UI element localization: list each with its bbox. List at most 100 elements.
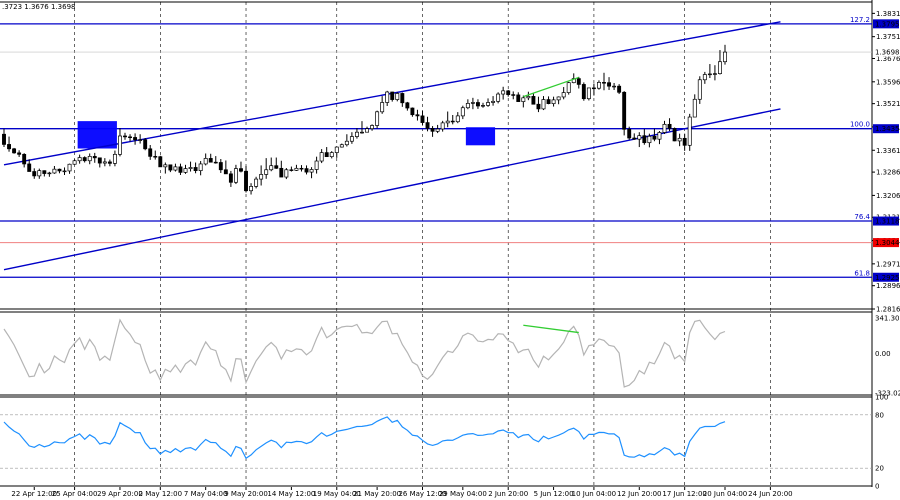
candle-body: [82, 157, 87, 162]
y-tick-label: 1.3206: [876, 192, 900, 200]
candle-body: [168, 164, 173, 171]
candle-body: [128, 136, 132, 139]
candle-body: [370, 125, 375, 130]
candle-body: [324, 152, 329, 158]
chart-background: [0, 0, 900, 500]
oscillator-y-label: 80: [875, 411, 884, 419]
oscillator-y-label: 341.3079: [875, 315, 900, 323]
candle-body: [662, 123, 667, 133]
candle: [566, 81, 571, 95]
candle-body: [470, 102, 475, 104]
candle-body: [249, 186, 254, 192]
candle-body: [415, 114, 420, 117]
candle-body: [32, 171, 37, 177]
fib-level-label: 127.2: [850, 16, 870, 24]
candle-body: [405, 102, 410, 109]
candle-body: [718, 61, 722, 75]
candle-body: [617, 85, 622, 93]
candle-body: [491, 100, 496, 103]
candle-body: [314, 160, 319, 170]
y-tick-label: 1.3751: [876, 33, 900, 41]
candle-body: [420, 115, 425, 123]
candle-body: [375, 111, 380, 126]
candle-body: [707, 73, 712, 76]
candle-body: [541, 99, 546, 110]
candle-body: [566, 82, 571, 93]
candle-body: [7, 144, 11, 150]
candle-body: [360, 131, 364, 134]
candle-body: [239, 168, 243, 172]
candle-body: [526, 96, 531, 99]
x-tick-label: 2 Jun 20:00: [488, 490, 528, 498]
candle-body: [501, 90, 506, 95]
candle-body: [329, 152, 334, 158]
candle-body: [591, 87, 596, 90]
candle-body: [143, 139, 148, 150]
x-tick-label: 29 Apr 20:00: [97, 490, 143, 498]
candle-body: [692, 98, 697, 118]
oscillator-y-label: 20: [875, 465, 884, 473]
fib-level-label: 76.4: [854, 213, 870, 221]
candle-body: [632, 137, 637, 140]
candle-body: [62, 170, 67, 173]
price-tag-label: 1.2925: [875, 274, 900, 282]
candle-body: [682, 137, 687, 146]
candle-body: [607, 82, 611, 87]
candle-body: [440, 122, 445, 130]
candle-body: [213, 161, 218, 164]
candle-body: [339, 144, 344, 148]
candle-body: [546, 99, 551, 105]
candle-body: [37, 170, 42, 177]
candle-body: [203, 158, 208, 165]
candle-body: [304, 168, 309, 173]
candle-body: [672, 128, 677, 142]
candle-body: [112, 153, 117, 164]
candle-body: [223, 169, 228, 175]
candle-body: [687, 116, 692, 146]
x-tick-label: 17 Jun 12:00: [662, 490, 706, 498]
candle-body: [395, 93, 400, 100]
candle-body: [67, 163, 72, 172]
y-tick-label: 1.3361: [876, 147, 900, 155]
candle-body: [233, 168, 238, 183]
oscillator-y-label: 100: [875, 394, 888, 402]
price-tag-label: 1.3044: [875, 239, 900, 247]
candle-body: [581, 84, 586, 100]
candle-body: [496, 93, 501, 102]
candle-body: [586, 87, 591, 100]
candle-body: [576, 78, 581, 85]
x-tick-label: 5 Jun 12:00: [534, 490, 574, 498]
candle-body: [279, 167, 284, 178]
candle-body: [173, 166, 178, 171]
candle-body: [445, 120, 450, 124]
y-tick-label: 1.2971: [876, 260, 900, 268]
candle-body: [107, 161, 112, 164]
candle-body: [465, 103, 470, 109]
candle-body: [627, 128, 632, 139]
candle-body: [430, 128, 435, 132]
candle: [158, 155, 163, 168]
candle-body: [269, 165, 274, 171]
candle-body: [148, 148, 153, 157]
candle-body: [294, 167, 299, 171]
candle-body: [385, 91, 390, 103]
candle-body: [319, 152, 324, 162]
candle-body: [259, 174, 264, 180]
candle: [375, 110, 380, 129]
candle-body: [92, 156, 97, 159]
candle-body: [52, 168, 57, 174]
candle-body: [138, 139, 143, 141]
candle-body: [12, 148, 17, 154]
candle-body: [102, 161, 107, 164]
candle-body: [460, 107, 465, 117]
x-tick-label: 2 May 12:00: [139, 490, 183, 498]
x-tick-label: 29 May 04:00: [439, 490, 487, 498]
candle-body: [612, 85, 617, 88]
candle-body: [2, 133, 6, 145]
price-tag-label: 1.3118: [875, 218, 900, 226]
candle-body: [702, 74, 707, 81]
candle-body: [390, 91, 395, 100]
candle-body: [511, 94, 516, 96]
candle-body: [284, 169, 289, 178]
x-tick-label: 21 May 20:00: [353, 490, 401, 498]
